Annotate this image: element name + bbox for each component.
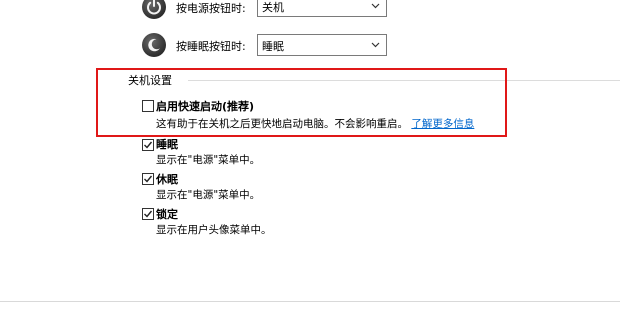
hibernate-option-description: 显示在"电源"菜单中。 (156, 189, 261, 201)
hibernate-option-label[interactable]: 休眠 (156, 171, 178, 187)
power-icon (142, 0, 166, 19)
power-button-label: 按电源按钮时: (176, 2, 246, 15)
checkmark-icon (144, 175, 153, 183)
sleep-option-label[interactable]: 睡眠 (156, 136, 178, 152)
checkmark-icon (144, 210, 153, 218)
power-button-select[interactable]: 关机 (257, 0, 387, 17)
lock-option-description: 显示在用户头像菜单中。 (156, 224, 272, 236)
sleep-checkbox[interactable] (142, 139, 154, 151)
checkmark-icon (144, 141, 153, 149)
moon-icon (142, 33, 166, 57)
lock-option-label[interactable]: 锁定 (156, 206, 178, 222)
lock-checkbox[interactable] (142, 208, 154, 220)
sleep-button-select[interactable]: 睡眠 (257, 34, 387, 56)
footer-divider (0, 301, 620, 302)
sleep-option-description: 显示在"电源"菜单中。 (156, 154, 261, 166)
chevron-down-icon (371, 0, 380, 13)
power-button-value: 关机 (262, 1, 284, 14)
chevron-down-icon (371, 39, 380, 52)
sleep-button-value: 睡眠 (262, 40, 284, 53)
highlight-box (96, 68, 507, 137)
hibernate-checkbox[interactable] (142, 173, 154, 185)
sleep-button-label: 按睡眠按钮时: (176, 40, 246, 53)
